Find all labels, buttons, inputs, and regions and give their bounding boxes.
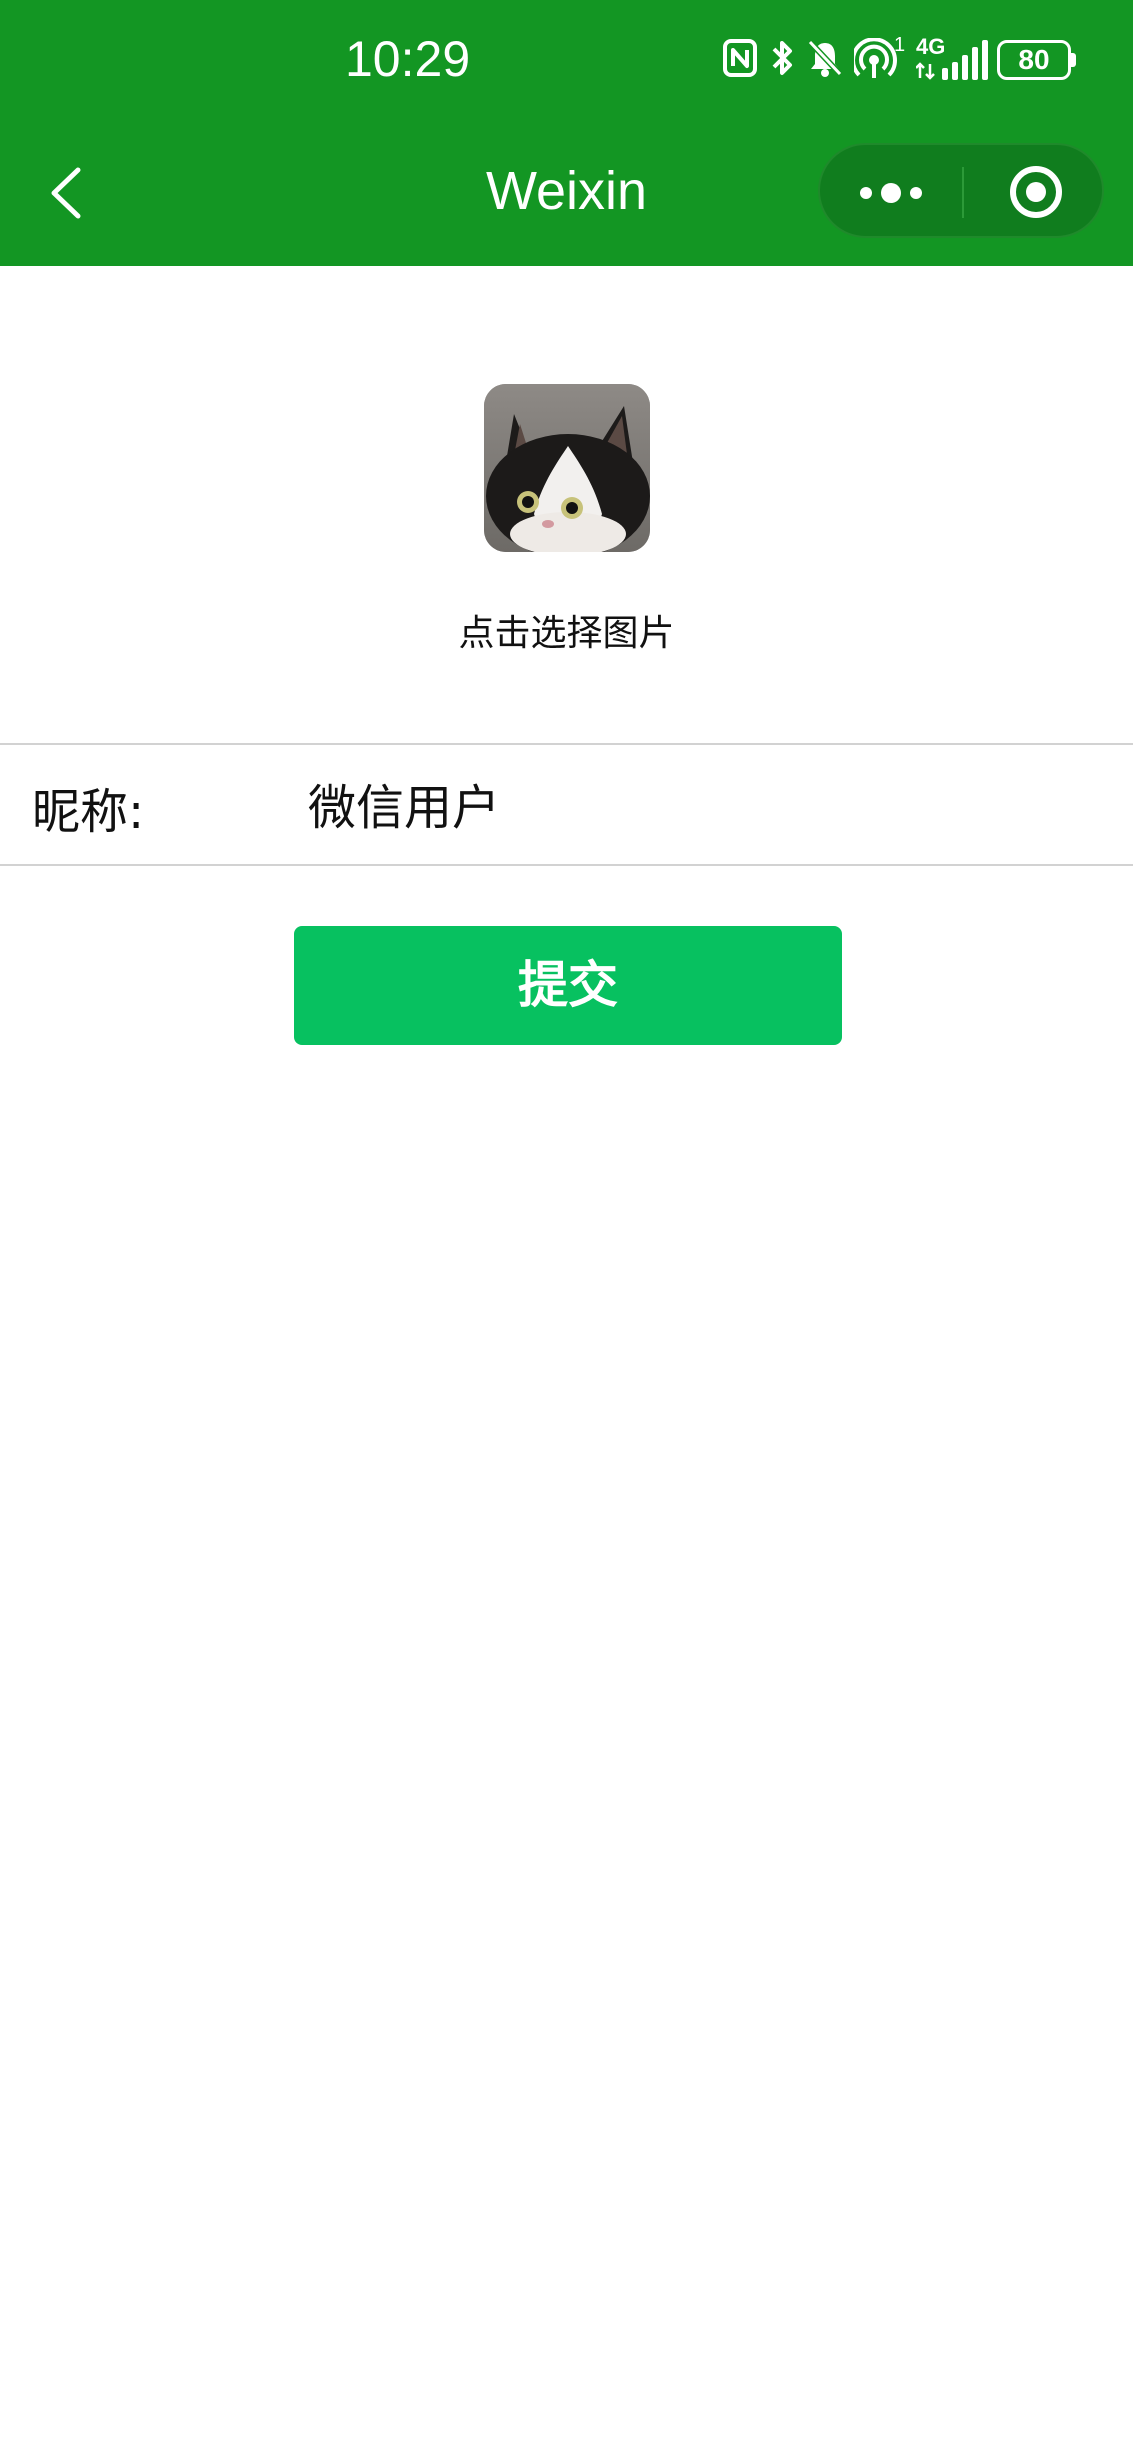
top-divider xyxy=(0,743,1133,745)
bell-muted-icon xyxy=(807,39,843,77)
hotspot-count: 1 xyxy=(894,34,906,56)
battery-tip xyxy=(1071,53,1076,67)
nfc-icon xyxy=(723,39,757,77)
bottom-divider xyxy=(0,864,1133,866)
avatar-image xyxy=(484,384,650,552)
bluetooth-icon xyxy=(772,41,792,75)
nickname-label: 昵称: xyxy=(32,784,145,840)
close-mini-program-button[interactable] xyxy=(964,145,1104,236)
avatar-hint-text: 点击选择图片 xyxy=(458,613,675,654)
signal-icon xyxy=(916,40,988,80)
mini-program-capsule xyxy=(818,143,1104,238)
app-header: 10:29 1 4G 80 Weixin xyxy=(0,0,1133,266)
status-time: 10:29 xyxy=(345,31,471,87)
target-close-icon xyxy=(1010,166,1062,218)
avatar-picker-button[interactable] xyxy=(484,384,650,552)
battery-icon: 80 xyxy=(997,40,1071,80)
more-dots-icon xyxy=(860,183,922,203)
nickname-input[interactable] xyxy=(300,760,1100,846)
more-button[interactable] xyxy=(820,145,962,236)
submit-button[interactable]: 提交 xyxy=(294,926,842,1045)
